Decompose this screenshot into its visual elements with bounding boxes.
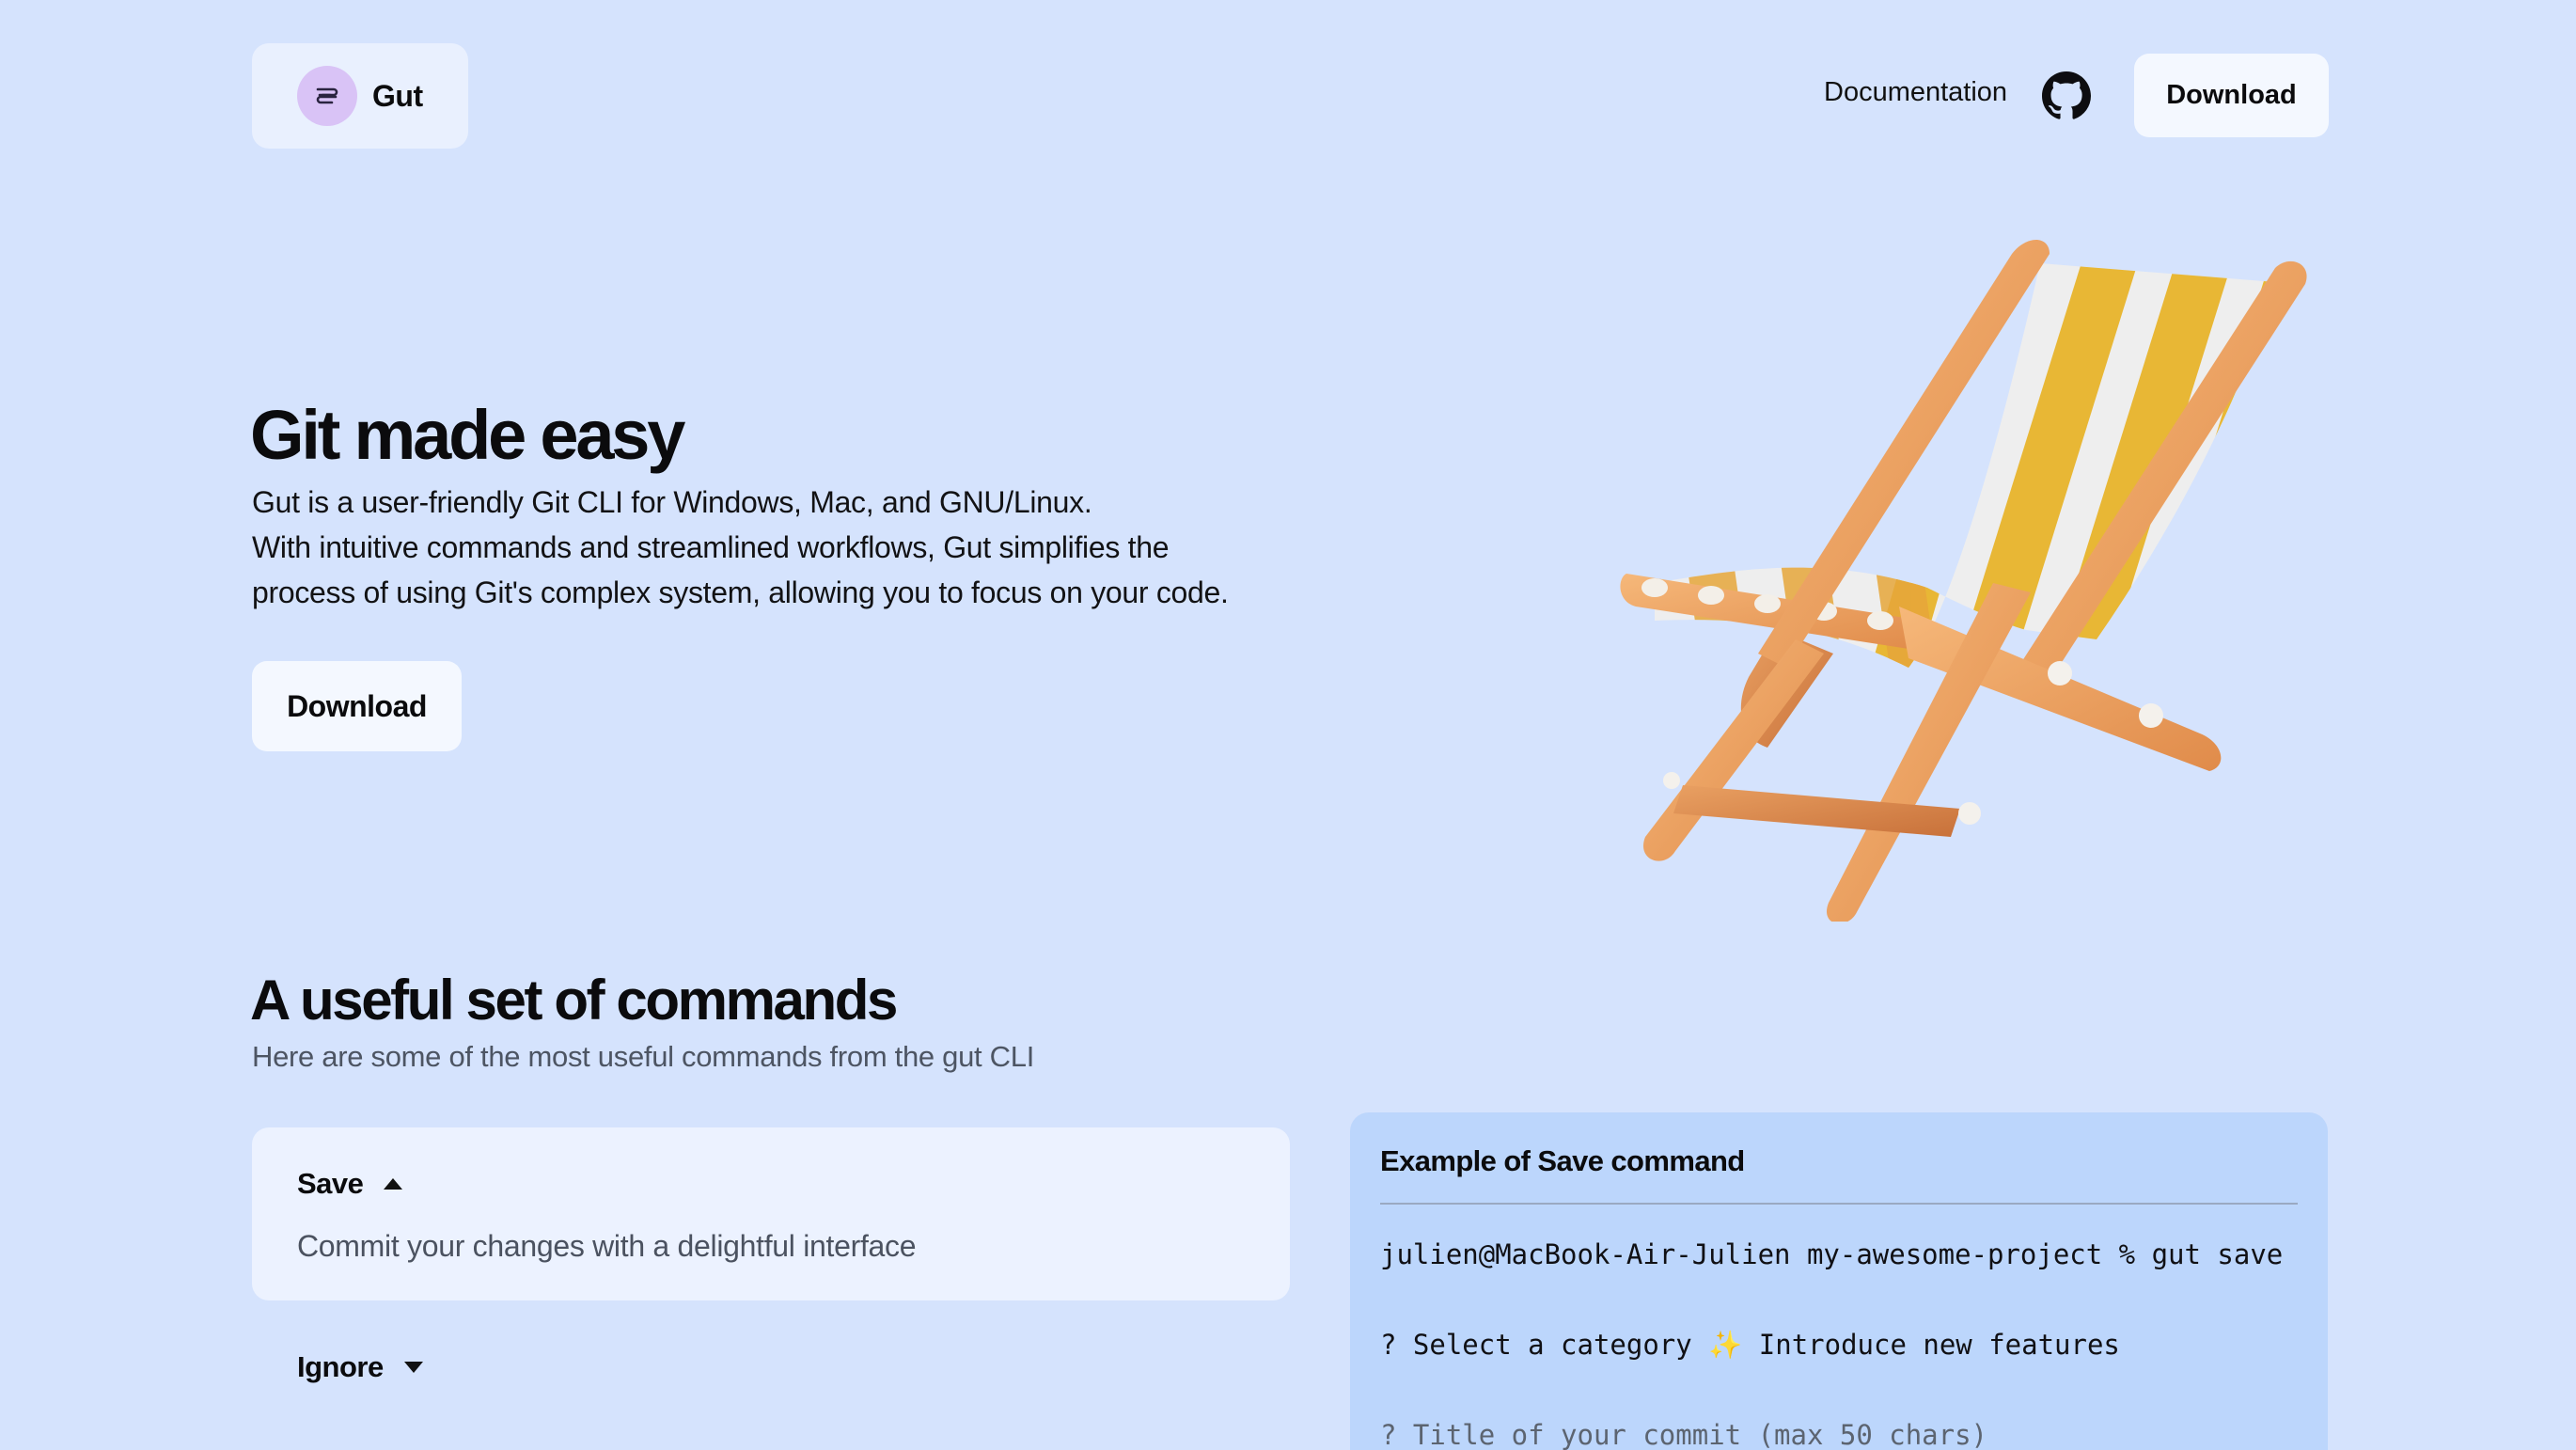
hero-description: Gut is a user-friendly Git CLI for Windo…	[252, 480, 1286, 615]
section-title: A useful set of commands	[250, 969, 898, 1032]
command-label: Ignore	[297, 1350, 384, 1383]
chevron-up-icon	[384, 1178, 403, 1190]
command-header[interactable]: Save	[297, 1167, 403, 1201]
terminal-category-line: ? Select a category ✨ Introduce new feat…	[1380, 1329, 2120, 1362]
hero-title: Git made easy	[250, 396, 685, 474]
command-example-panel: Example of Save command julien@MacBook-A…	[1350, 1112, 2328, 1450]
section-subtitle: Here are some of the most useful command…	[252, 1040, 1035, 1073]
nav-documentation-link[interactable]: Documentation	[1824, 77, 2007, 108]
command-accordion-save[interactable]: Save Commit your changes with a delightf…	[252, 1127, 1290, 1300]
brand-home-link[interactable]: Gut	[252, 43, 468, 149]
divider	[1380, 1203, 2298, 1205]
brand-name: Gut	[372, 78, 423, 113]
command-accordion-ignore[interactable]: Ignore	[297, 1350, 423, 1384]
beach-chair-illustration	[1620, 240, 2307, 922]
hero-description-line: Gut is a user-friendly Git CLI for Windo…	[252, 485, 1092, 519]
hero-description-line: With intuitive commands and streamlined …	[252, 530, 1170, 564]
command-label: Save	[297, 1167, 364, 1200]
terminal-title-prompt: ? Title of your commit (max 50 chars)	[1380, 1419, 1988, 1450]
terminal-prompt-line: julien@MacBook-Air-Julien my-awesome-pro…	[1380, 1238, 2284, 1270]
landing-page: Gut Documentation Download Git made easy…	[0, 0, 2576, 1450]
nav-download-button[interactable]: Download	[2134, 54, 2329, 137]
hero-download-button[interactable]: Download	[252, 661, 462, 751]
hero-description-line: process of using Git's complex system, a…	[252, 575, 1229, 609]
terminal-category-prefix: ? Select a category	[1380, 1329, 1709, 1361]
example-title: Example of Save command	[1380, 1144, 1745, 1177]
command-description: Commit your changes with a delightful in…	[297, 1229, 917, 1263]
gut-logo-icon	[297, 66, 357, 126]
terminal-category-value: Introduce new features	[1742, 1329, 2120, 1361]
sparkles-icon: ✨	[1708, 1329, 1743, 1361]
github-icon[interactable]	[2042, 71, 2091, 120]
chevron-down-icon	[403, 1362, 423, 1373]
